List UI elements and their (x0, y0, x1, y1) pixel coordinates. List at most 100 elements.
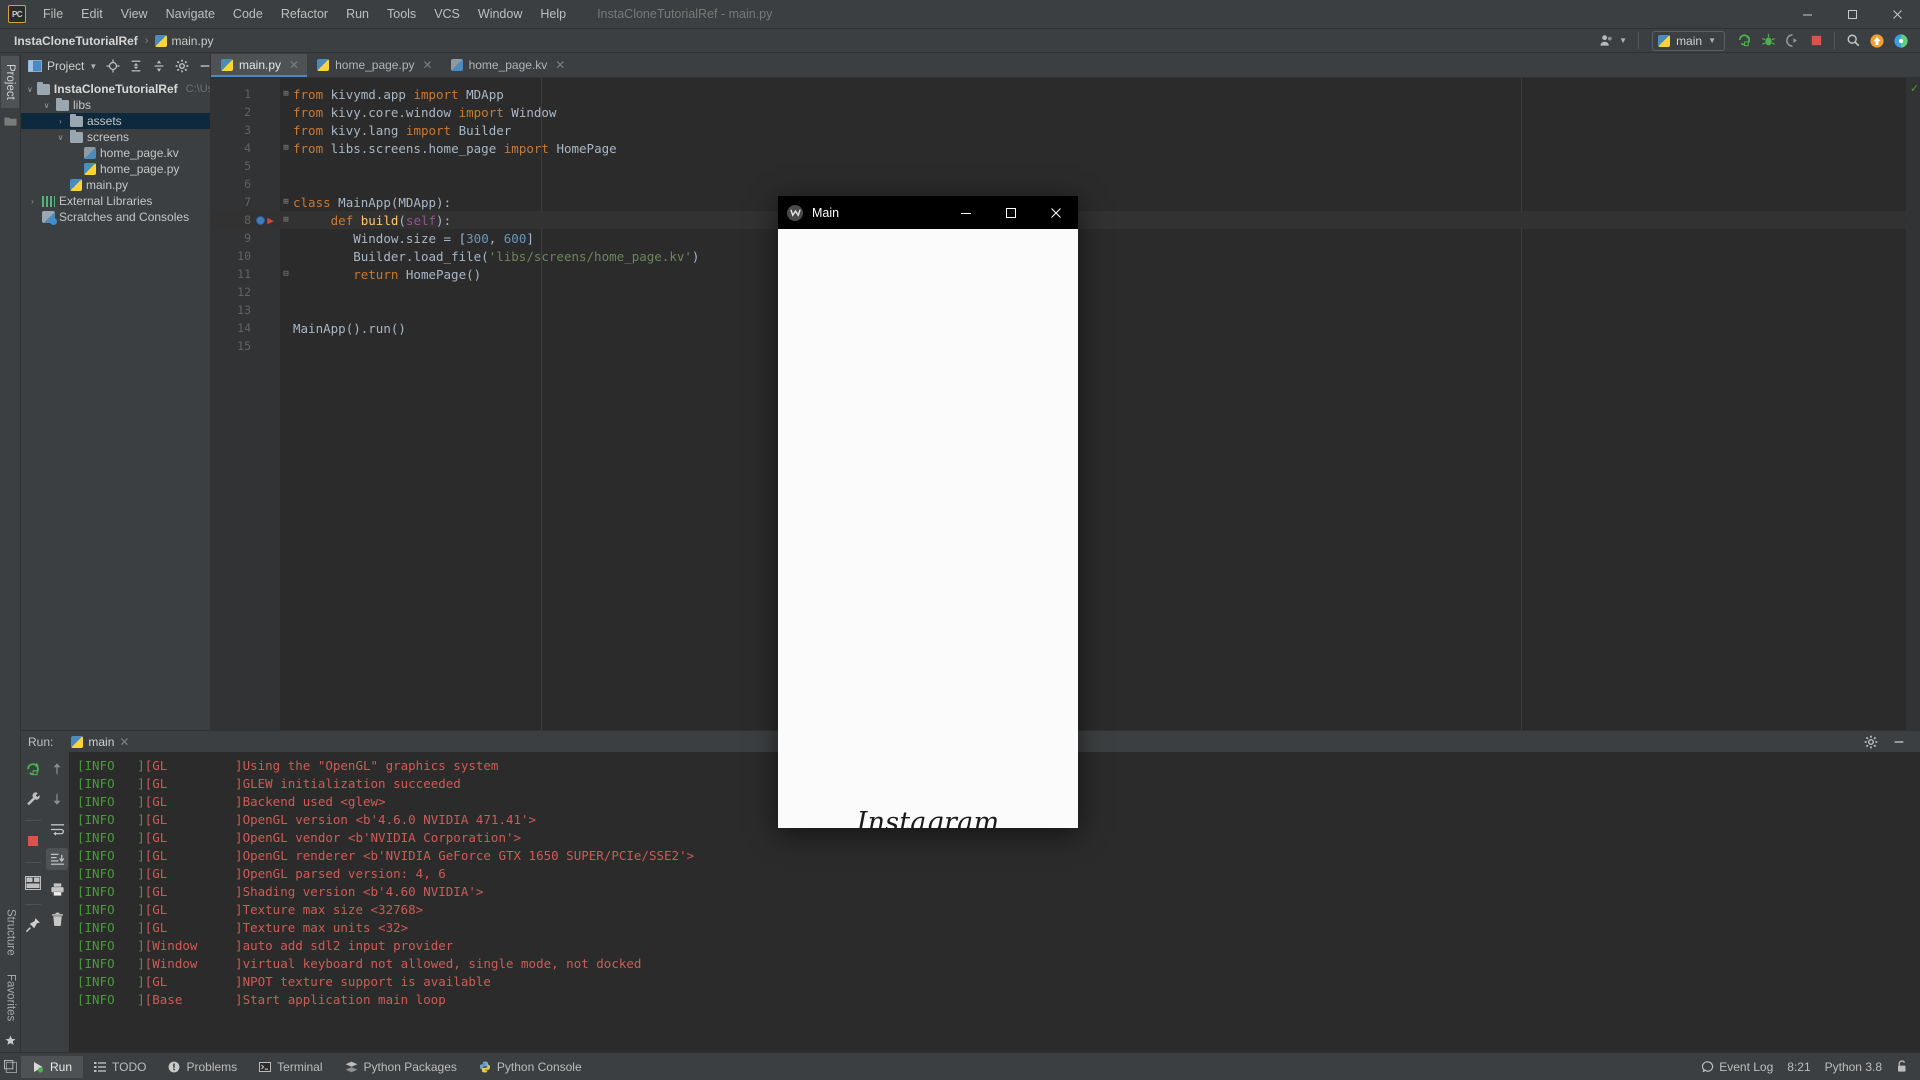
run-button[interactable] (1733, 30, 1755, 52)
code-line[interactable]: 1⊞from kivymd.app import MDApp (211, 85, 1920, 103)
tree-expand-arrow-icon[interactable]: › (55, 116, 66, 127)
run-panel-tab[interactable]: main ✕ (71, 735, 129, 749)
code-fold-icon[interactable]: ⊞ (279, 89, 293, 99)
kivy-app-window[interactable]: Main Instagram (778, 196, 1078, 828)
code-fold-icon[interactable]: ⊞ (279, 143, 293, 153)
kivy-maximize-button[interactable] (988, 196, 1033, 229)
tree-node[interactable]: ∨libs (21, 97, 210, 113)
tree-node[interactable]: ›assets (21, 113, 210, 129)
code-line[interactable]: 3from kivy.lang import Builder (211, 121, 1920, 139)
structure-folder-icon[interactable] (4, 115, 17, 127)
tree-node[interactable]: Scratches and Consoles (21, 209, 210, 225)
expand-all-icon[interactable] (125, 55, 147, 77)
menu-item-refactor[interactable]: Refactor (272, 4, 337, 24)
tool-tab-favorites[interactable]: Favorites (2, 966, 20, 1029)
tree-expand-arrow-icon[interactable]: ∨ (55, 132, 66, 143)
update-project-icon[interactable] (1866, 30, 1888, 52)
editor-tab-close-icon[interactable]: ✕ (555, 58, 565, 72)
kivy-title-bar[interactable]: Main (778, 196, 1078, 229)
code-fold-icon[interactable]: ⊟ (279, 269, 293, 279)
menu-item-view[interactable]: View (112, 4, 157, 24)
database-icon[interactable] (1890, 30, 1912, 52)
tree-node[interactable]: ›External Libraries (21, 193, 210, 209)
tree-node[interactable]: home_page.py (21, 161, 210, 177)
caret-position[interactable]: 8:21 (1787, 1060, 1810, 1074)
code-line[interactable]: 5 (211, 157, 1920, 175)
code-line[interactable]: 2from kivy.core.window import Window (211, 103, 1920, 121)
print-icon[interactable] (46, 878, 68, 900)
editor-tab[interactable]: home_page.kv✕ (441, 54, 574, 77)
run-tab-close-icon[interactable]: ✕ (119, 735, 129, 749)
editor-tab[interactable]: main.py✕ (211, 54, 307, 77)
search-icon[interactable] (1842, 30, 1864, 52)
minimize-button[interactable] (1785, 0, 1830, 29)
run-settings-gear-icon[interactable] (1860, 731, 1882, 753)
menu-item-file[interactable]: File (34, 4, 72, 24)
run-gutter-icon[interactable]: ▶ (267, 214, 274, 227)
code-fold-icon[interactable]: ⊞ (279, 197, 293, 207)
editor-tab[interactable]: home_page.py✕ (307, 54, 440, 77)
collapse-all-icon[interactable] (148, 55, 170, 77)
stop-button[interactable] (1805, 30, 1827, 52)
menu-item-help[interactable]: Help (531, 4, 575, 24)
editor-tab-close-icon[interactable]: ✕ (289, 58, 299, 72)
close-button[interactable] (1875, 0, 1920, 29)
gear-icon[interactable] (171, 55, 193, 77)
breadcrumb-file[interactable]: main.py (155, 34, 213, 48)
menu-item-edit[interactable]: Edit (72, 4, 112, 24)
tree-node[interactable]: home_page.kv (21, 145, 210, 161)
menu-item-code[interactable]: Code (224, 4, 272, 24)
tree-node[interactable]: ∨InstaCloneTutorialRefC:\Users\tech (21, 81, 210, 97)
status-tab-todo[interactable]: TODO (83, 1056, 157, 1078)
tool-tab-project[interactable]: Project (1, 56, 19, 108)
tree-expand-arrow-icon[interactable]: ∨ (41, 100, 52, 111)
tree-expand-arrow-icon[interactable] (55, 180, 66, 191)
hide-panel-icon[interactable] (194, 55, 216, 77)
maximize-button[interactable] (1830, 0, 1875, 29)
status-tab-run[interactable]: Run (21, 1056, 83, 1078)
stop-process-icon[interactable] (22, 830, 44, 852)
menu-item-navigate[interactable]: Navigate (157, 4, 224, 24)
status-tab-terminal[interactable]: Terminal (248, 1056, 333, 1078)
tree-expand-arrow-icon[interactable] (69, 164, 80, 175)
tree-expand-arrow-icon[interactable]: ∨ (27, 84, 33, 95)
tree-node[interactable]: ∨screens (21, 129, 210, 145)
breadcrumb-project[interactable]: InstaCloneTutorialRef (14, 34, 138, 48)
menu-item-vcs[interactable]: VCS (425, 4, 469, 24)
event-log-button[interactable]: Event Log (1702, 1060, 1773, 1074)
run-panel-hide-icon[interactable] (1888, 731, 1910, 753)
breakpoint-icon[interactable] (256, 216, 265, 225)
menu-item-window[interactable]: Window (469, 4, 531, 24)
project-panel-caret-icon[interactable]: ▼ (89, 62, 97, 71)
kivy-minimize-button[interactable] (943, 196, 988, 229)
status-tab-python-packages[interactable]: Python Packages (334, 1056, 468, 1078)
code-fold-icon[interactable]: ⊞ (279, 215, 293, 225)
tree-expand-arrow-icon[interactable] (27, 212, 38, 223)
kivy-close-button[interactable] (1033, 196, 1078, 229)
gutter-markers[interactable]: ▶ (251, 214, 279, 227)
tree-expand-arrow-icon[interactable] (69, 148, 80, 159)
run-with-coverage-button[interactable] (1781, 30, 1803, 52)
account-icon[interactable] (1595, 30, 1617, 52)
soft-wrap-icon[interactable] (46, 818, 68, 840)
menu-item-tools[interactable]: Tools (378, 4, 425, 24)
scroll-down-icon[interactable] (46, 788, 68, 810)
account-caret-icon[interactable]: ▼ (1619, 36, 1627, 45)
scroll-to-end-icon[interactable] (46, 848, 68, 870)
locate-file-icon[interactable] (102, 55, 124, 77)
layout-settings-icon[interactable] (22, 872, 44, 894)
lock-icon[interactable] (1896, 1060, 1908, 1073)
show-tool-windows-icon[interactable] (0, 1053, 21, 1080)
tool-tab-structure[interactable]: Structure (2, 901, 20, 964)
tree-node[interactable]: main.py (21, 177, 210, 193)
status-tab-problems[interactable]: Problems (157, 1056, 248, 1078)
edit-configuration-icon[interactable] (22, 788, 44, 810)
inspection-status-icon[interactable]: ✓ (1911, 81, 1918, 95)
code-line[interactable]: 4⊞from libs.screens.home_page import Hom… (211, 139, 1920, 157)
interpreter-label[interactable]: Python 3.8 (1825, 1060, 1882, 1074)
code-line[interactable]: 6 (211, 175, 1920, 193)
pin-tab-icon[interactable] (22, 914, 44, 936)
editor-tab-close-icon[interactable]: ✕ (423, 58, 433, 72)
debug-button[interactable] (1757, 30, 1779, 52)
clear-all-icon[interactable] (46, 908, 68, 930)
